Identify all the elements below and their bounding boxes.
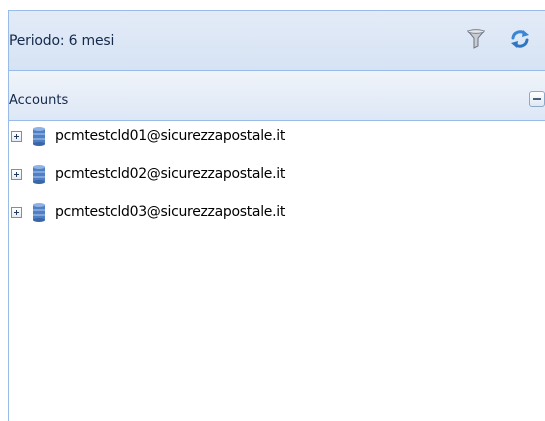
collapse-minus-icon[interactable] <box>529 91 545 107</box>
tree-row[interactable]: pcmtestcld03@sicurezzapostale.it <box>9 199 545 237</box>
expand-plus-icon[interactable] <box>11 207 22 218</box>
refresh-icon[interactable] <box>508 27 532 51</box>
accounts-header: Accounts <box>9 71 545 121</box>
period-label: Periodo: 6 mesi <box>9 33 115 49</box>
account-label[interactable]: pcmtestcld03@sicurezzapostale.it <box>55 204 285 220</box>
accounts-title: Accounts <box>9 93 69 108</box>
filter-icon[interactable] <box>464 27 488 51</box>
database-icon <box>31 126 47 146</box>
period-header: Periodo: 6 mesi <box>9 11 545 71</box>
account-label[interactable]: pcmtestcld02@sicurezzapostale.it <box>55 166 285 182</box>
account-label[interactable]: pcmtestcld01@sicurezzapostale.it <box>55 128 285 144</box>
accounts-tree: pcmtestcld01@sicurezzapostale.it pcmtest… <box>9 123 545 237</box>
tree-row[interactable]: pcmtestcld02@sicurezzapostale.it <box>9 161 545 199</box>
database-icon <box>31 202 47 222</box>
expand-plus-icon[interactable] <box>11 169 22 180</box>
tree-row[interactable]: pcmtestcld01@sicurezzapostale.it <box>9 123 545 161</box>
accounts-panel: Periodo: 6 mesi Accounts pcmtestcld01@si… <box>8 10 545 421</box>
database-icon <box>31 164 47 184</box>
expand-plus-icon[interactable] <box>11 131 22 142</box>
